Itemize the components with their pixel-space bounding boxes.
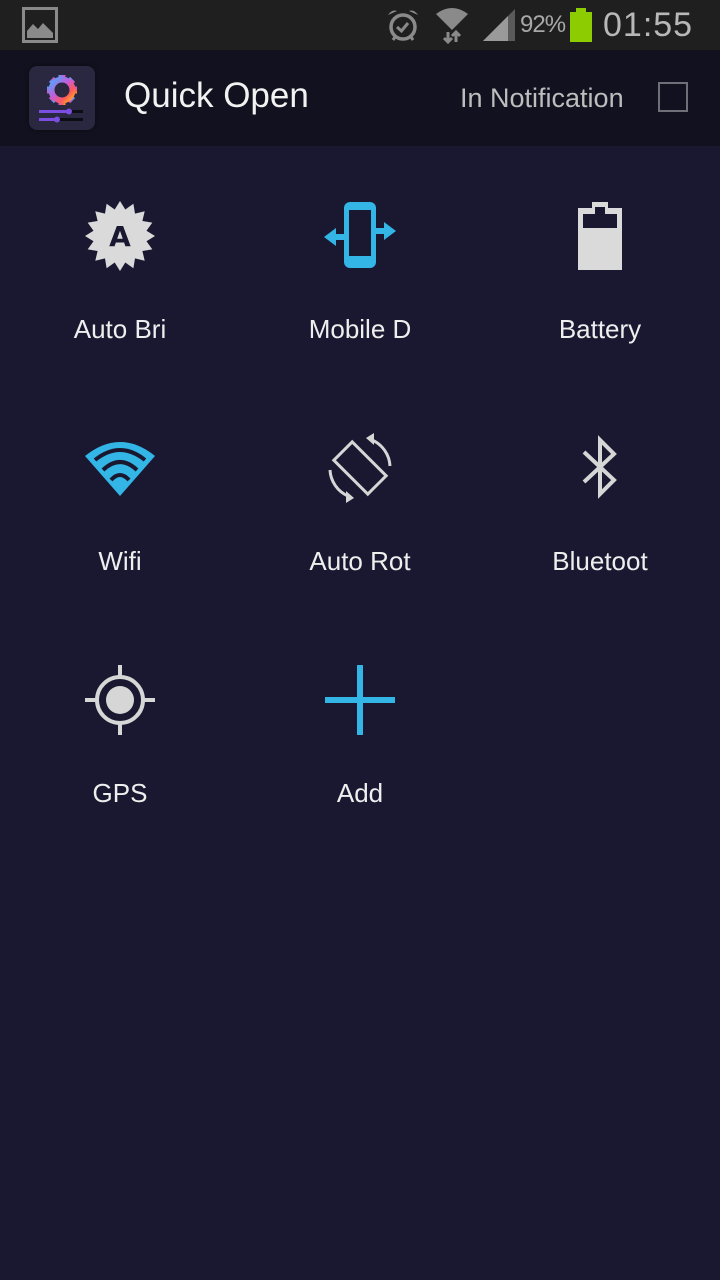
app-logo-icon	[29, 66, 95, 130]
battery-icon	[569, 0, 593, 50]
tile-battery[interactable]: Battery	[480, 146, 720, 378]
signal-icon	[482, 0, 516, 50]
in-notification-label: In Notification	[460, 83, 624, 113]
tile-auto-brightness[interactable]: A Auto Bri	[0, 146, 240, 378]
tile-wifi[interactable]: Wifi	[0, 378, 240, 610]
wifi-data-icon	[434, 0, 470, 50]
tile-label: Mobile D	[308, 314, 412, 344]
bluetooth-icon	[560, 428, 640, 508]
alarm-icon	[386, 0, 420, 50]
clock: 01:55	[603, 5, 694, 44]
tile-label: Add	[336, 778, 384, 808]
tile-label: Auto Rot	[309, 546, 411, 576]
gallery-icon	[22, 0, 58, 50]
status-bar: 92% 01:55	[0, 0, 720, 50]
mobile-data-icon	[320, 196, 400, 276]
tile-label: Bluetoot	[552, 546, 648, 576]
app-bar: Quick Open In Notification	[0, 50, 720, 146]
tile-add[interactable]: Add	[240, 610, 480, 842]
tile-gps[interactable]: GPS	[0, 610, 240, 842]
tile-label: GPS	[92, 778, 148, 808]
auto-brightness-icon: A	[80, 196, 160, 276]
tile-mobile-data[interactable]: Mobile D	[240, 146, 480, 378]
auto-rotate-icon	[320, 428, 400, 508]
tile-label: Auto Bri	[73, 314, 167, 344]
tile-auto-rotate[interactable]: Auto Rot	[240, 378, 480, 610]
add-icon	[320, 660, 400, 740]
gps-icon	[80, 660, 160, 740]
battery-icon	[560, 196, 640, 276]
tile-label: Battery	[558, 314, 642, 344]
tile-bluetooth[interactable]: Bluetoot	[480, 378, 720, 610]
battery-percent: 92%	[520, 11, 566, 38]
wifi-icon	[80, 428, 160, 508]
tile-label: Wifi	[98, 546, 142, 576]
app-title: Quick Open	[124, 76, 309, 115]
in-notification-checkbox[interactable]	[658, 82, 688, 112]
svg-text:A: A	[109, 220, 131, 253]
